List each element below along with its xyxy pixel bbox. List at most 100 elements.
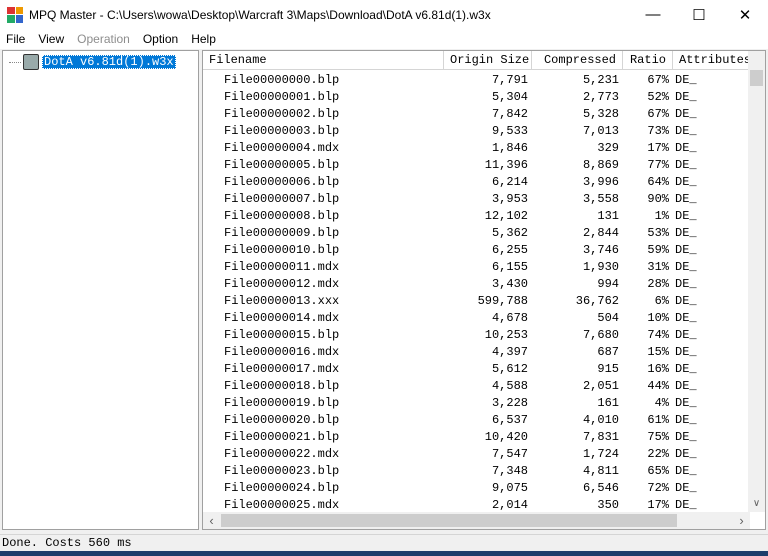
- cell-filename: File00000007.blp: [224, 192, 340, 206]
- table-row[interactable]: File00000018.blp 4,588 2,051 44% DE_: [203, 378, 743, 395]
- cell-origin-size: 6,155: [491, 260, 528, 274]
- cell-compressed: 8,869: [582, 158, 619, 172]
- table-row[interactable]: File00000007.blp 3,953 3,558 90% DE_: [203, 191, 743, 208]
- table-row[interactable]: File00000014.mdx 4,678 504 10% DE_: [203, 310, 743, 327]
- cell-compressed: 3,996: [582, 175, 619, 189]
- table-row[interactable]: File00000019.blp 3,228 161 4% DE_: [203, 395, 743, 412]
- scroll-left-arrow-icon[interactable]: ‹: [203, 512, 220, 529]
- cell-attributes: DE_: [675, 90, 697, 104]
- cell-attributes: DE_: [675, 192, 697, 206]
- table-row[interactable]: File00000011.mdx 6,155 1,930 31% DE_: [203, 259, 743, 276]
- table-row[interactable]: File00000005.blp 11,396 8,869 77% DE_: [203, 157, 743, 174]
- cell-compressed: 329: [597, 141, 619, 155]
- table-row[interactable]: File00000022.mdx 7,547 1,724 22% DE_: [203, 446, 743, 463]
- table-row[interactable]: File00000002.blp 7,842 5,328 67% DE_: [203, 106, 743, 123]
- menu-file[interactable]: File: [0, 32, 32, 46]
- cell-attributes: DE_: [675, 158, 697, 172]
- table-row[interactable]: File00000024.blp 9,075 6,546 72% DE_: [203, 480, 743, 497]
- table-row[interactable]: File00000009.blp 5,362 2,844 53% DE_: [203, 225, 743, 242]
- cell-attributes: DE_: [675, 277, 697, 291]
- table-row[interactable]: File00000000.blp 7,791 5,231 67% DE_: [203, 72, 743, 89]
- cell-filename: File00000014.mdx: [224, 311, 340, 325]
- cell-compressed: 1,930: [582, 260, 619, 274]
- cell-origin-size: 9,533: [491, 124, 528, 138]
- cell-filename: File00000012.mdx: [224, 277, 340, 291]
- cell-compressed: 2,844: [582, 226, 619, 240]
- horizontal-scroll-thumb[interactable]: [221, 514, 677, 527]
- column-header-filename[interactable]: Filename: [203, 51, 444, 70]
- cell-ratio: 53%: [647, 226, 669, 240]
- minimize-button[interactable]: —: [630, 0, 676, 29]
- scroll-right-arrow-icon[interactable]: ›: [733, 512, 750, 529]
- cell-filename: File00000013.xxx: [224, 294, 340, 308]
- tree-item-root[interactable]: DotA v6.81d(1).w3x: [9, 54, 176, 70]
- table-row[interactable]: File00000021.blp 10,420 7,831 75% DE_: [203, 429, 743, 446]
- table-row[interactable]: File00000015.blp 10,253 7,680 74% DE_: [203, 327, 743, 344]
- cell-origin-size: 10,420: [484, 430, 528, 444]
- cell-attributes: DE_: [675, 294, 697, 308]
- cell-attributes: DE_: [675, 260, 697, 274]
- table-row[interactable]: File00000016.mdx 4,397 687 15% DE_: [203, 344, 743, 361]
- cell-compressed: 36,762: [575, 294, 619, 308]
- cell-ratio: 67%: [647, 107, 669, 121]
- cell-ratio: 67%: [647, 73, 669, 87]
- column-header-origin-size[interactable]: Origin Size: [444, 51, 532, 70]
- cell-origin-size: 7,348: [491, 464, 528, 478]
- cell-attributes: DE_: [675, 481, 697, 495]
- tree-item-label[interactable]: DotA v6.81d(1).w3x: [42, 55, 176, 69]
- table-row[interactable]: File00000004.mdx 1,846 329 17% DE_: [203, 140, 743, 157]
- cell-origin-size: 10,253: [484, 328, 528, 342]
- column-header-attributes[interactable]: Attributes: [673, 51, 749, 70]
- cell-compressed: 5,328: [582, 107, 619, 121]
- cell-ratio: 17%: [647, 141, 669, 155]
- cell-attributes: DE_: [675, 209, 697, 223]
- cell-origin-size: 5,612: [491, 362, 528, 376]
- cell-filename: File00000009.blp: [224, 226, 340, 240]
- scroll-down-arrow-icon[interactable]: ∨: [748, 495, 765, 512]
- table-row[interactable]: File00000017.mdx 5,612 915 16% DE_: [203, 361, 743, 378]
- cell-compressed: 7,680: [582, 328, 619, 342]
- cell-ratio: 31%: [647, 260, 669, 274]
- map-file-icon: [23, 54, 39, 70]
- table-row[interactable]: File00000010.blp 6,255 3,746 59% DE_: [203, 242, 743, 259]
- cell-attributes: DE_: [675, 396, 697, 410]
- list-header: Filename Origin Size Compressed Ratio At…: [203, 51, 749, 70]
- table-row[interactable]: File00000008.blp 12,102 131 1% DE_: [203, 208, 743, 225]
- table-row[interactable]: File00000006.blp 6,214 3,996 64% DE_: [203, 174, 743, 191]
- cell-filename: File00000002.blp: [224, 107, 340, 121]
- vertical-scrollbar[interactable]: ∨: [748, 51, 765, 512]
- column-header-compressed[interactable]: Compressed: [532, 51, 623, 70]
- cell-ratio: 65%: [647, 464, 669, 478]
- cell-ratio: 16%: [647, 362, 669, 376]
- file-list[interactable]: Filename Origin Size Compressed Ratio At…: [202, 50, 766, 530]
- cell-filename: File00000023.blp: [224, 464, 340, 478]
- tree-connector: [9, 61, 21, 63]
- cell-compressed: 2,051: [582, 379, 619, 393]
- horizontal-scrollbar[interactable]: ‹ ›: [203, 512, 750, 529]
- archive-tree[interactable]: DotA v6.81d(1).w3x: [2, 50, 199, 530]
- cell-ratio: 6%: [654, 294, 669, 308]
- table-row[interactable]: File00000001.blp 5,304 2,773 52% DE_: [203, 89, 743, 106]
- cell-compressed: 915: [597, 362, 619, 376]
- cell-compressed: 6,546: [582, 481, 619, 495]
- cell-filename: File00000015.blp: [224, 328, 340, 342]
- table-row[interactable]: File00000012.mdx 3,430 994 28% DE_: [203, 276, 743, 293]
- cell-filename: File00000000.blp: [224, 73, 340, 87]
- maximize-button[interactable]: ☐: [676, 0, 722, 29]
- cell-attributes: DE_: [675, 243, 697, 257]
- menu-operation[interactable]: Operation: [71, 32, 137, 46]
- table-row[interactable]: File00000003.blp 9,533 7,013 73% DE_: [203, 123, 743, 140]
- menu-help[interactable]: Help: [185, 32, 223, 46]
- table-row[interactable]: File00000023.blp 7,348 4,811 65% DE_: [203, 463, 743, 480]
- table-row[interactable]: File00000020.blp 6,537 4,010 61% DE_: [203, 412, 743, 429]
- menu-option[interactable]: Option: [137, 32, 185, 46]
- cell-attributes: DE_: [675, 226, 697, 240]
- cell-compressed: 3,558: [582, 192, 619, 206]
- column-header-ratio[interactable]: Ratio: [623, 51, 673, 70]
- menu-view[interactable]: View: [32, 32, 71, 46]
- vertical-scroll-thumb[interactable]: [750, 70, 763, 86]
- cell-compressed: 2,773: [582, 90, 619, 104]
- close-button[interactable]: ✕: [722, 0, 768, 29]
- cell-filename: File00000024.blp: [224, 481, 340, 495]
- table-row[interactable]: File00000013.xxx 599,788 36,762 6% DE_: [203, 293, 743, 310]
